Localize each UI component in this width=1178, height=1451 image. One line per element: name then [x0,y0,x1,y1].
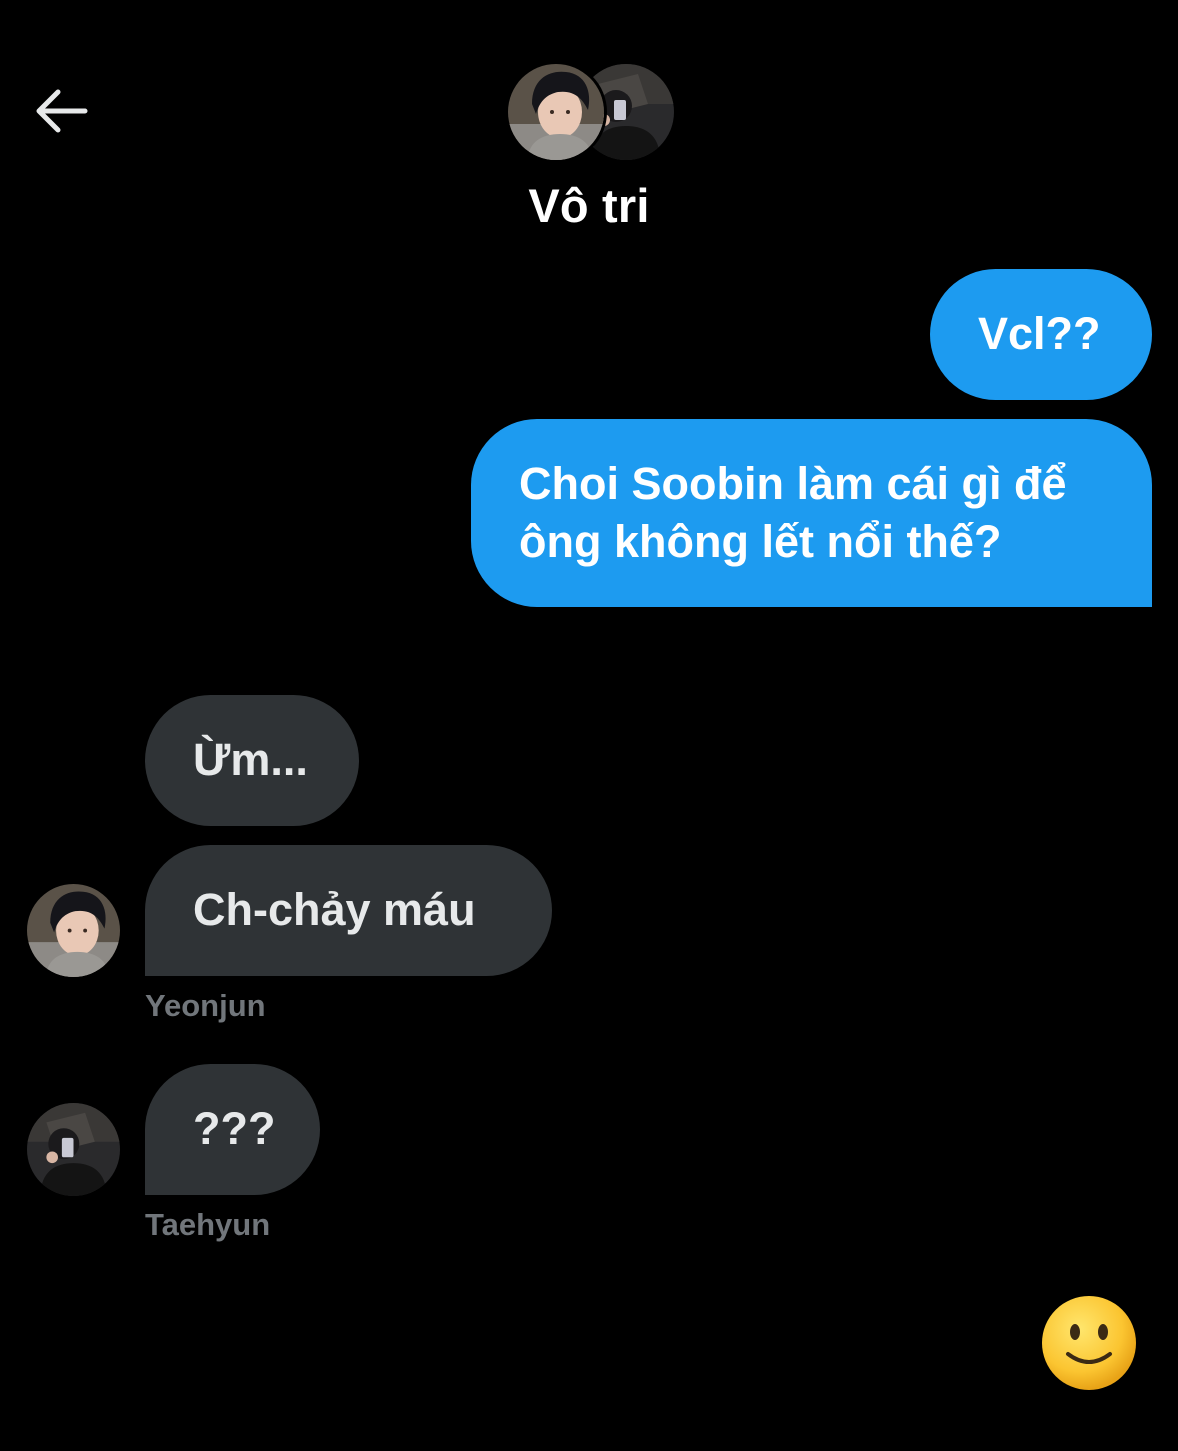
arrow-left-icon [36,89,88,133]
member-avatar-yeonjun [508,64,604,160]
emoji-button[interactable] [1040,1294,1138,1392]
conversation-title: Vô tri [528,179,650,232]
avatar-taehyun[interactable] [27,1103,120,1196]
message-bubble-incoming[interactable]: Ch-chảy máu [145,845,552,976]
message-bubble-incoming[interactable]: Ừm... [145,695,359,826]
message-bubble-outgoing[interactable]: Choi Soobin làm cái gì để ông không lết … [471,419,1152,607]
sender-name: Taehyun [145,1207,271,1242]
group-avatar[interactable] [508,64,674,162]
message-bubble-incoming[interactable]: ??? [145,1064,320,1195]
sender-name: Yeonjun [145,988,266,1023]
message-bubble-outgoing[interactable]: Vcl?? [930,269,1152,400]
avatar-yeonjun[interactable] [27,884,120,977]
back-button[interactable] [30,82,92,140]
slightly-smiling-face-icon [1042,1296,1136,1390]
